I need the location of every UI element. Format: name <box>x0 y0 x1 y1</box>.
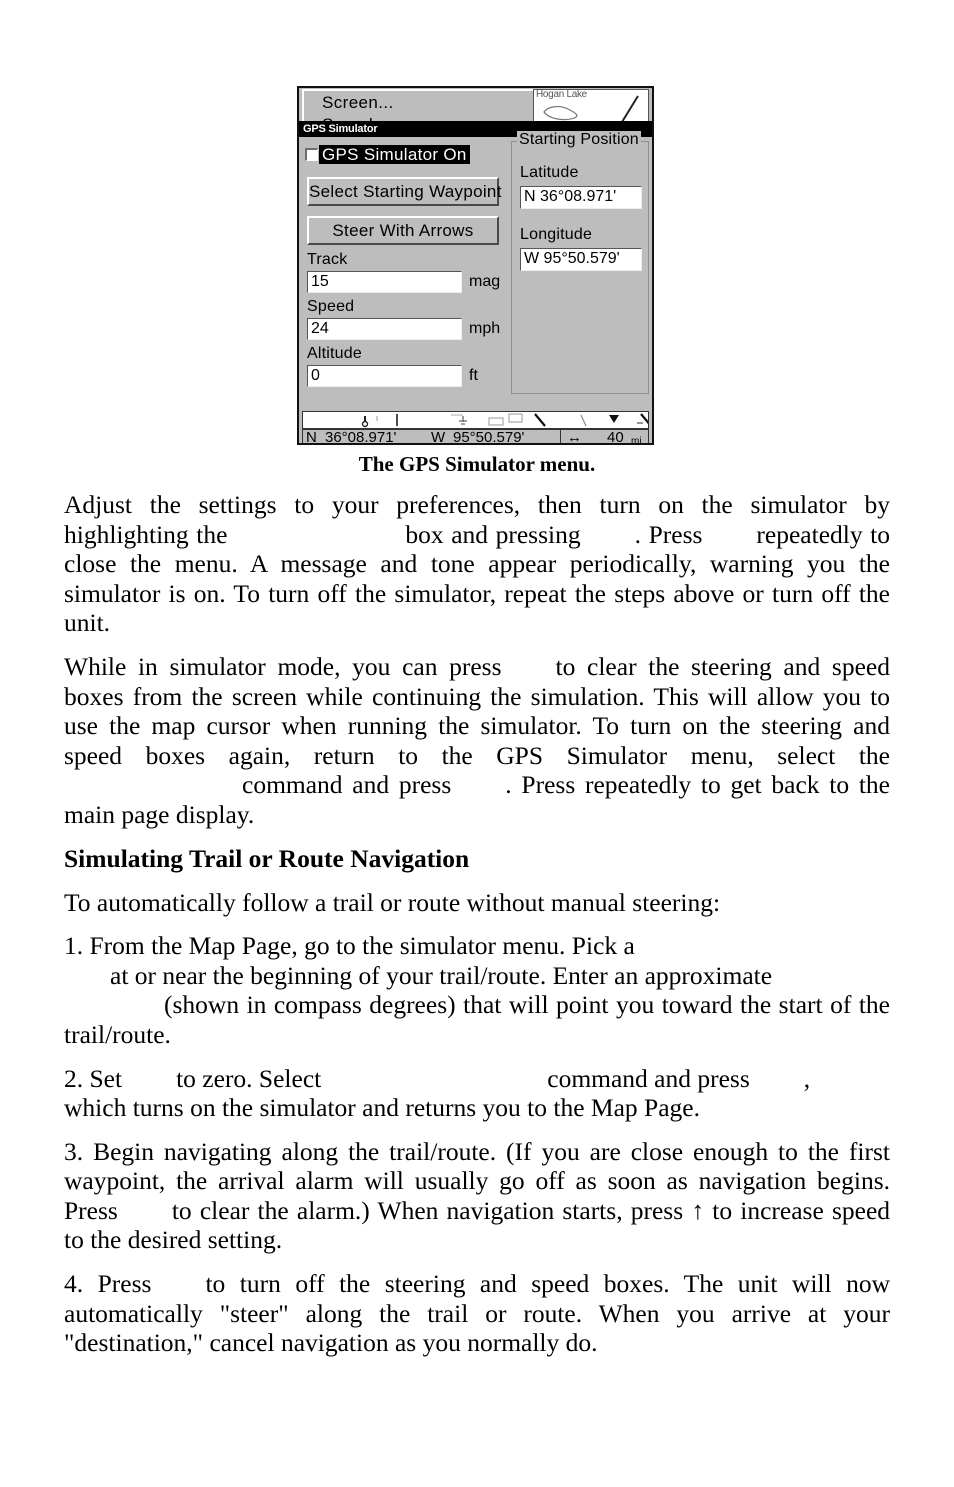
zoom-unit: mi <box>631 436 642 445</box>
speed-label: Speed <box>307 298 355 315</box>
figure-caption: The GPS Simulator menu. <box>358 452 596 476</box>
device-screen: Screen... Sounds... Hogan Lake GPS Simul… <box>297 86 654 445</box>
paragraph-3: To automatically follow a trail or route… <box>64 888 890 918</box>
item1-part-b: at or near the beginning of your trail/r… <box>110 960 773 990</box>
status-zoom: ↔ 40 mi <box>560 429 648 445</box>
list-item-3: 3. Begin navigating along the trail/rout… <box>64 1137 890 1255</box>
status-longitude: 95°50.579' <box>453 429 525 445</box>
item1-part-a: 1. From the Map Page, go to the simulato… <box>64 931 635 961</box>
map-fragment-graphics <box>543 95 639 123</box>
item2-part-e: which turns on the simulator and returns… <box>64 1093 700 1123</box>
starting-position-group: Starting Position Latitude N 36°08.971' … <box>511 131 649 394</box>
menu-item-screen[interactable]: Screen... <box>322 93 394 113</box>
document-page: Screen... Sounds... Hogan Lake GPS Simul… <box>0 0 954 1487</box>
select-starting-waypoint-button[interactable]: Select Starting Waypoint <box>307 177 501 206</box>
status-lat-hemisphere: N <box>306 429 317 445</box>
track-input[interactable]: 15 <box>307 271 462 293</box>
status-latitude: 36°08.971' <box>325 429 397 445</box>
p2-part-a: While in simulator mode, you can press <box>64 651 502 681</box>
item2-part-d: , <box>803 1063 811 1093</box>
latitude-input[interactable]: N 36°08.971' <box>520 186 642 209</box>
gps-simulator-dialog: GPS Simulator GPS Simulator On Select St… <box>299 121 652 411</box>
p2-part-d: . Press repeatedly to get back to the ma… <box>64 770 891 829</box>
paragraph-2: While in simulator mode, you can press to… <box>64 652 890 830</box>
track-label: Track <box>307 251 348 268</box>
track-unit: mag <box>469 273 501 290</box>
section-heading: Simulating Trail or Route Navigation <box>64 843 470 873</box>
speed-input[interactable]: 24 <box>307 318 462 340</box>
map-strip <box>302 411 649 429</box>
checkbox-icon[interactable] <box>305 148 318 161</box>
gps-simulator-on-row[interactable]: GPS Simulator On <box>305 145 470 164</box>
p2-part-c: command and press <box>242 770 452 800</box>
list-item-1: 1. From the Map Page, go to the simulato… <box>64 931 890 1049</box>
list-item-2: 2. Set to zero. Select command and press, w… <box>64 1064 890 1123</box>
zoom-range-icon: ↔ <box>567 429 582 445</box>
altitude-input[interactable]: 0 <box>307 365 462 387</box>
status-lon-hemisphere: W <box>431 429 446 445</box>
list-item-4: 4. Press to turn off the steering and spe… <box>64 1269 890 1358</box>
longitude-label: Longitude <box>520 226 593 243</box>
steer-with-arrows-button[interactable]: Steer With Arrows <box>307 216 499 245</box>
altitude-unit: ft <box>469 367 478 384</box>
latitude-label: Latitude <box>520 164 579 181</box>
zoom-value: 40 <box>607 429 624 445</box>
starting-position-legend: Starting Position <box>517 131 641 149</box>
figure-gps-simulator-screenshot: Screen... Sounds... Hogan Lake GPS Simul… <box>297 86 654 445</box>
item1-part-c: (shown in compass degrees) that will poi… <box>64 990 890 1049</box>
item4-part-b: to turn off the steering and speed boxes… <box>64 1269 890 1358</box>
p1-part-c: . Press <box>634 519 703 549</box>
map-fragment: Hogan Lake <box>533 89 649 125</box>
item2-part-c: command and press <box>547 1063 750 1093</box>
longitude-input[interactable]: W 95°50.579' <box>520 248 642 271</box>
speed-unit: mph <box>469 320 501 337</box>
altitude-label: Altitude <box>307 345 362 362</box>
body-text-column: Adjust the settings to your preferences,… <box>64 490 890 1372</box>
item4-part-a: 4. Press <box>64 1269 152 1299</box>
status-bar: N 36°08.971' W 95°50.579' ↔ 40 mi <box>302 429 649 445</box>
up-arrow-icon: ↑ <box>691 1195 705 1225</box>
item3-part-b: to clear the alarm.) When navigation sta… <box>171 1195 684 1225</box>
item2-part-a: 2. Set <box>64 1063 123 1093</box>
dialog-body: GPS Simulator On Select Starting Waypoin… <box>299 131 652 411</box>
p1-part-b: box and pressing <box>405 519 581 549</box>
gps-simulator-on-label: GPS Simulator On <box>319 145 470 164</box>
paragraph-1: Adjust the settings to your preferences,… <box>64 490 890 638</box>
p3-text: To automatically follow a trail or route… <box>64 887 721 917</box>
item2-part-b: to zero. Select <box>176 1063 322 1093</box>
map-strip-graphics <box>361 413 648 428</box>
